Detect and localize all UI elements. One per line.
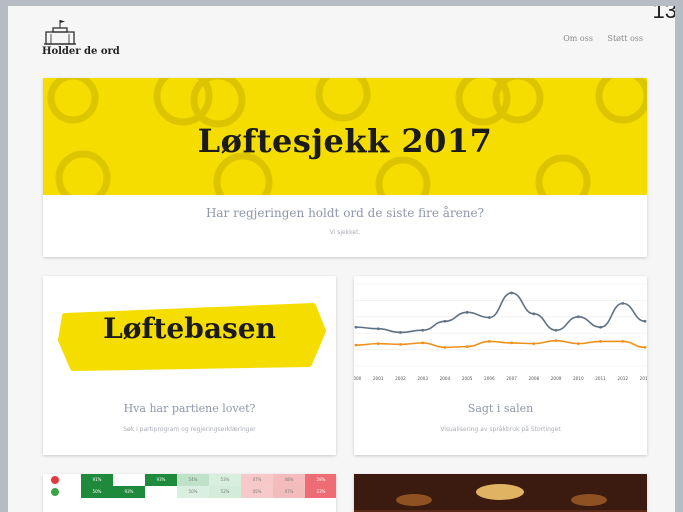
- series-point: [443, 319, 447, 323]
- sagt-i-salen-chart: 2000 2001 2002 2003 2004 2005 2006 2007 2008 2009…: [354, 276, 647, 391]
- series-point: [621, 301, 625, 305]
- heatmap-card[interactable]: 91% 93% 54% 53% 47% 48% 28% 50% 93% 50% 52% 45% 47% 2…: [43, 474, 336, 512]
- series-point: [354, 325, 358, 329]
- series-point: [465, 345, 469, 349]
- x-tick-label: 2011: [595, 376, 606, 381]
- site-logo-text[interactable]: Holder de ord: [42, 46, 120, 57]
- loftesjekk-subtitle: Vi sjekket.: [329, 229, 361, 236]
- loftesjekk-banner: Løftesjekk 2017: [43, 78, 647, 195]
- nav-link-om-oss[interactable]: Om oss: [563, 34, 593, 43]
- heatmap-cell: 23%: [305, 486, 336, 498]
- x-tick-label: 2009: [551, 376, 562, 381]
- sagt-i-salen-subtitle: Visualisering av språkbruk på Stortinget: [440, 426, 561, 433]
- heatmap-cell: 54%: [177, 474, 209, 486]
- x-tick-label: 2005: [462, 376, 473, 381]
- sagt-i-salen-card[interactable]: 2000 2001 2002 2003 2004 2005 2006 2007 2008 2009…: [354, 276, 647, 455]
- loftebasen-heading[interactable]: Hva har partiene lovet?: [43, 402, 336, 415]
- heatmap-cell: 45%: [241, 486, 273, 498]
- page: 13 Holder de ord Om oss Støtt oss Løftes…: [8, 6, 675, 512]
- loftebasen-card[interactable]: Løftebasen Hva har partiene lovet? Søk i…: [43, 276, 336, 455]
- parliament-photo-card[interactable]: [354, 474, 647, 512]
- heatmap-cell: 91%: [81, 474, 113, 486]
- loftesjekk-title: Løftesjekk 2017: [197, 122, 493, 160]
- series-point: [376, 327, 380, 331]
- series-point: [554, 339, 558, 343]
- nav-link-stott-oss[interactable]: Støtt oss: [607, 34, 643, 43]
- heatmap-cell: 47%: [273, 486, 305, 498]
- loftebasen-subtitle: Søk i partiprogram og regjeringserklærin…: [123, 426, 256, 433]
- heatmap-cell: 48%: [273, 474, 305, 486]
- heatmap-cell: 53%: [209, 474, 241, 486]
- series-point: [421, 328, 425, 332]
- series-point: [643, 319, 647, 323]
- series-point: [510, 341, 514, 345]
- series-point: [376, 342, 380, 346]
- loftesjekk-heading[interactable]: Har regjeringen holdt ord de siste fire …: [43, 206, 647, 220]
- series-point: [576, 342, 580, 346]
- x-tick-label: 2010: [573, 376, 584, 381]
- series-point: [487, 340, 491, 343]
- series-point: [554, 328, 558, 332]
- loftebasen-banner: Løftebasen: [43, 276, 336, 391]
- series-point: [599, 340, 602, 343]
- x-tick-label: 2004: [440, 376, 451, 381]
- series-point: [399, 331, 402, 334]
- parliament-hall-image: [354, 474, 647, 512]
- heatmap-cell: [113, 474, 145, 486]
- heatmap-cell: 50%: [81, 486, 113, 498]
- series-point: [576, 315, 580, 319]
- heatmap-cell: 52%: [209, 486, 241, 498]
- x-tick-label: 2012: [617, 376, 628, 381]
- top-nav: Om oss Støtt oss: [551, 34, 643, 43]
- series-point: [421, 341, 425, 345]
- series-point: [532, 312, 536, 316]
- heatmap-cell: 50%: [177, 486, 209, 498]
- x-tick-label: 2007: [506, 376, 517, 381]
- heatmap-cell: 47%: [241, 474, 273, 486]
- sagt-i-salen-heading[interactable]: Sagt i salen: [354, 402, 647, 415]
- loftesjekk-card[interactable]: Løftesjekk 2017 Har regjeringen holdt or…: [43, 78, 647, 257]
- corner-number: 13: [652, 6, 675, 23]
- series-point: [510, 291, 514, 295]
- heatmap-cell: 28%: [305, 474, 336, 486]
- series-point: [532, 342, 536, 346]
- series-point: [443, 345, 447, 349]
- x-tick-label: 2008: [529, 376, 540, 381]
- loftebasen-title: Løftebasen: [103, 312, 276, 345]
- series-point: [465, 310, 469, 314]
- series-point: [354, 343, 358, 347]
- x-tick-label: 2003: [417, 376, 428, 381]
- series-point: [599, 325, 602, 329]
- party-logo-icon: [51, 476, 59, 484]
- party-logo-icon: [51, 488, 59, 496]
- heatmap-cell: 93%: [145, 474, 177, 486]
- heatmap-cell: [145, 486, 177, 498]
- x-tick-label: 2006: [484, 376, 495, 381]
- x-tick-label: 2001: [373, 376, 384, 381]
- series-point: [621, 340, 625, 343]
- heatmap-cell: 93%: [113, 486, 145, 498]
- series-point: [487, 316, 491, 319]
- series-point: [643, 345, 647, 349]
- x-tick-label: 2013: [640, 376, 647, 381]
- x-tick-label: 2002: [395, 376, 406, 381]
- series-point: [399, 342, 402, 346]
- x-tick-label: 2000: [354, 376, 362, 381]
